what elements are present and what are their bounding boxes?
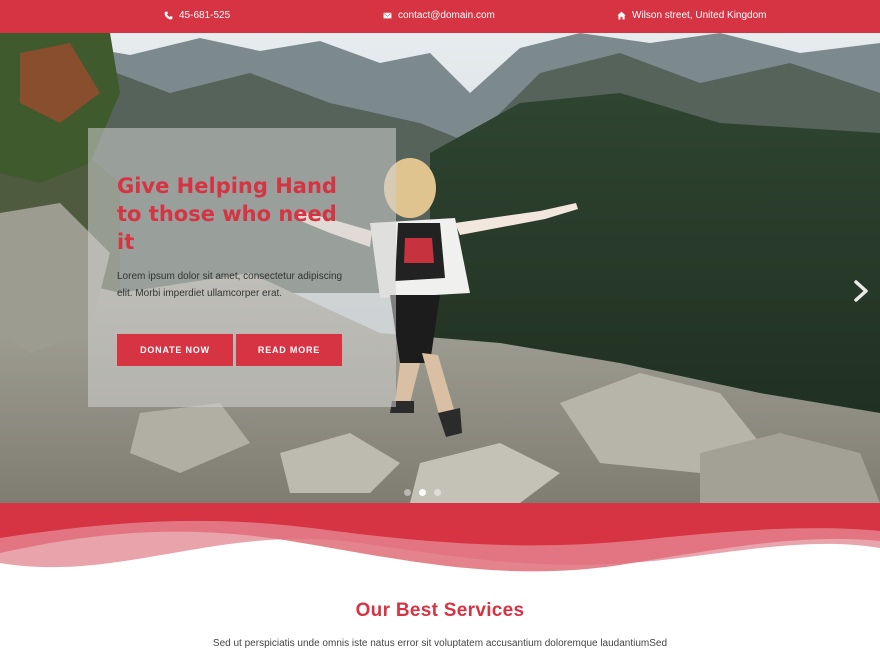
services-intro: Sed ut perspiciatis unde omnis iste natu… xyxy=(212,638,668,649)
slider-dot[interactable] xyxy=(404,489,411,496)
slider-dot[interactable] xyxy=(419,489,426,496)
hero-text: Lorem ipsum dolor sit amet, consectetur … xyxy=(117,271,343,299)
hero-slider: Give Helping Hand to those who need it L… xyxy=(0,33,880,503)
home-icon xyxy=(617,11,626,20)
contact-address[interactable]: Wilson street, United Kingdom xyxy=(617,10,767,21)
donate-now-button[interactable]: DONATE NOW xyxy=(117,334,233,366)
phone-icon xyxy=(164,11,173,20)
services-heading: Our Best Services xyxy=(355,600,525,621)
address-text: Wilson street, United Kingdom xyxy=(632,10,767,21)
contact-email[interactable]: contact@domain.com xyxy=(383,10,495,21)
slider-dot[interactable] xyxy=(434,489,441,496)
slider-dots xyxy=(404,489,441,496)
wave-divider xyxy=(0,503,880,572)
contact-phone[interactable]: 45-681-525 xyxy=(164,10,230,21)
hero-title: Give Helping Hand to those who need it xyxy=(117,174,337,254)
phone-text: 45-681-525 xyxy=(179,10,231,21)
chevron-right-icon[interactable] xyxy=(851,280,871,302)
read-more-button[interactable]: READ MORE xyxy=(236,334,342,366)
top-contact-bar: 45-681-525 contact@domain.com Wilson str… xyxy=(0,0,880,33)
envelope-icon xyxy=(383,12,392,19)
email-text: contact@domain.com xyxy=(398,10,495,21)
hero-caption: Give Helping Hand to those who need it L… xyxy=(88,128,396,407)
